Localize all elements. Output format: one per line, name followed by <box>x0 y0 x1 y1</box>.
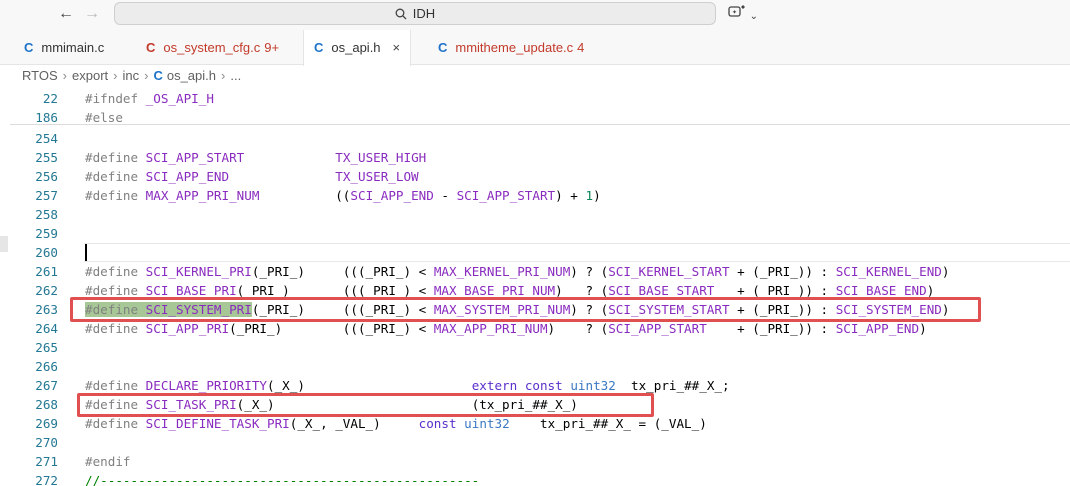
code-line[interactable]: 257 #define MAX_APP_PRI_NUM ((SCI_APP_END… <box>0 186 1070 205</box>
c-file-icon: C <box>24 40 34 55</box>
breadcrumb-item[interactable]: export <box>72 68 108 83</box>
line-number: 186 <box>35 110 58 125</box>
line-code[interactable]: #define MAX_APP_PRI_NUM ((SCI_APP_END - … <box>85 186 601 205</box>
back-arrow-icon[interactable]: ← <box>56 4 76 24</box>
current-line-highlight <box>84 243 1070 262</box>
code-line[interactable]: 258 <box>0 205 1070 224</box>
line-code[interactable]: #define SCI_KERNEL_PRI(_PRI_) (((_PRI_) … <box>85 262 949 281</box>
tab-mmitheme-update[interactable]: Cmmitheme_update.c 4 <box>428 30 594 65</box>
tab-os-system-cfg[interactable]: Cos_system_cfg.c 9+ <box>136 30 289 65</box>
line-code[interactable]: #define SCI_APP_START TX_USER_HIGH <box>85 148 426 167</box>
code-line[interactable]: 271 #endif <box>0 452 1070 471</box>
code-editor[interactable]: 22 #ifndef _OS_API_H 186 #else 254 255 #define… <box>0 86 1070 486</box>
code-line[interactable]: 272 //-----------------------------------… <box>0 471 1070 486</box>
line-number: 267 <box>35 378 58 393</box>
code-line[interactable]: 260 <box>0 243 1070 262</box>
breadcrumb: RTOS › export › inc › Cos_api.h ›... <box>22 67 241 85</box>
title-bar: ← → IDH ✦ ⌄ <box>0 0 1070 30</box>
line-code[interactable]: #else <box>85 108 123 127</box>
text-caret <box>85 244 87 261</box>
code-line[interactable]: 254 <box>0 129 1070 148</box>
line-number: 263 <box>35 302 58 317</box>
code-line[interactable]: 186 #else <box>0 108 1070 127</box>
line-number: 271 <box>35 454 58 469</box>
chevron-right-icon: › <box>62 68 67 84</box>
line-code[interactable]: #define SCI_APP_END TX_USER_LOW <box>85 167 419 186</box>
code-line[interactable]: 265 <box>0 338 1070 357</box>
forward-arrow-icon[interactable]: → <box>82 4 102 24</box>
line-code[interactable]: #ifndef _OS_API_H <box>85 89 214 108</box>
svg-text:✦: ✦ <box>732 9 737 16</box>
code-line[interactable]: 255 #define SCI_APP_START TX_USER_HIGH <box>0 148 1070 167</box>
line-number: 256 <box>35 169 58 184</box>
line-number: 22 <box>42 91 58 106</box>
breadcrumb-item[interactable]: inc <box>122 68 139 83</box>
line-number: 258 <box>35 207 58 222</box>
command-center-search[interactable]: IDH <box>114 2 716 25</box>
tab-label: mmimain.c <box>41 40 105 55</box>
problem-count-badge: 4 <box>577 40 585 55</box>
breadcrumb-item[interactable]: RTOS <box>22 68 58 83</box>
breadcrumb-item[interactable]: ... <box>230 68 241 83</box>
line-number: 268 <box>35 397 58 412</box>
breadcrumb-item[interactable]: os_api.h <box>167 68 216 83</box>
problem-count-badge: 9+ <box>264 40 280 55</box>
line-number: 270 <box>35 435 58 450</box>
line-number: 272 <box>35 473 58 486</box>
line-number: 261 <box>35 264 58 279</box>
c-file-icon: C <box>314 40 324 55</box>
chevron-right-icon: › <box>144 68 149 84</box>
line-number: 266 <box>35 359 58 374</box>
chevron-down-icon[interactable]: ⌄ <box>750 11 758 22</box>
line-number: 262 <box>35 283 58 298</box>
tab-os-api[interactable]: Cos_api.h × <box>303 30 412 66</box>
tab-label: os_api.h <box>331 40 381 55</box>
tab-label: os_system_cfg.c <box>163 40 261 55</box>
line-code[interactable]: #endif <box>85 452 131 471</box>
tab-label: mmitheme_update.c <box>455 40 574 55</box>
tab-mmimain[interactable]: Cmmimain.c <box>14 30 114 65</box>
code-line[interactable]: 270 <box>0 433 1070 452</box>
line-code[interactable]: //--------------------------------------… <box>85 471 479 486</box>
code-line[interactable]: 256 #define SCI_APP_END TX_USER_LOW <box>0 167 1070 186</box>
line-number: 264 <box>35 321 58 336</box>
code-line[interactable]: 22 #ifndef _OS_API_H <box>0 89 1070 108</box>
search-text: IDH <box>412 6 436 21</box>
c-file-icon: C <box>146 40 156 55</box>
copilot-icon[interactable]: ✦ ⌄ <box>728 5 758 22</box>
close-icon[interactable]: × <box>393 40 401 55</box>
search-icon <box>395 8 407 20</box>
line-number: 255 <box>35 150 58 165</box>
line-number: 269 <box>35 416 58 431</box>
c-file-icon: C <box>438 40 448 55</box>
code-line[interactable]: 266 <box>0 357 1070 376</box>
code-line[interactable]: 261 #define SCI_KERNEL_PRI(_PRI_) (((_PRI… <box>0 262 1070 281</box>
line-number: 257 <box>35 188 58 203</box>
highlight-box-task-pri <box>77 393 654 417</box>
highlight-box-system-pri <box>70 297 981 322</box>
code-line[interactable]: 259 <box>0 224 1070 243</box>
line-number: 265 <box>35 340 58 355</box>
line-number: 254 <box>35 131 58 146</box>
line-number: 260 <box>35 245 58 260</box>
chevron-right-icon: › <box>221 68 226 84</box>
chevron-right-icon: › <box>113 68 118 84</box>
editor-tabs: Cmmimain.c Cos_system_cfg.c 9+ Cos_api.h ×… <box>0 30 1070 66</box>
c-file-icon: C <box>153 68 163 84</box>
line-number: 259 <box>35 226 58 241</box>
